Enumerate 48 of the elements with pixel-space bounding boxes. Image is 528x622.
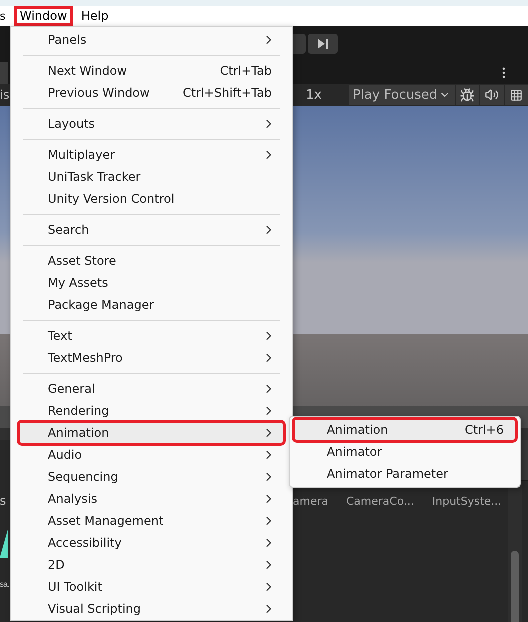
menu-item[interactable]: Previous Window Ctrl+Shift+Tab: [19, 82, 284, 104]
menu-item[interactable]: Animator Parameter: [294, 463, 516, 485]
menu-item[interactable]: Animation: [19, 422, 284, 444]
menu-item[interactable]: 2D: [19, 554, 284, 576]
asset-label: InputSyste...: [432, 495, 502, 508]
step-icon: [317, 39, 329, 49]
menu-item[interactable]: Multiplayer: [19, 144, 284, 166]
menu-item[interactable]: Panels: [19, 29, 284, 51]
menu-item[interactable]: Rendering: [19, 400, 284, 422]
play-mode-dropdown[interactable]: Play Focused: [348, 85, 455, 105]
audio-button[interactable]: [480, 85, 504, 105]
asset-label: s: [0, 494, 8, 508]
menu-item[interactable]: UniTask Tracker: [19, 166, 284, 188]
menu-item[interactable]: Next Window Ctrl+Tab: [19, 60, 284, 82]
speaker-icon: [484, 88, 499, 102]
menu-item[interactable]: Asset Management: [19, 510, 284, 532]
menu-item[interactable]: Sequencing: [19, 466, 284, 488]
menu-bar-item[interactable]: Window: [14, 6, 74, 26]
scrollbar[interactable]: [508, 481, 522, 622]
asset-label: amera: [293, 495, 328, 508]
tab-label: is: [0, 88, 10, 102]
menu-bar-item[interactable]: Help: [75, 6, 115, 26]
menu-item[interactable]: My Assets: [19, 272, 284, 294]
asset-label: sa.: [0, 580, 10, 589]
menu-item[interactable]: Audio: [19, 444, 284, 466]
menu-item[interactable]: Layouts: [19, 113, 284, 135]
grid-button[interactable]: [504, 85, 528, 105]
menu-item[interactable]: UI Toolkit: [19, 576, 284, 598]
menu-item[interactable]: Visual Scripting: [19, 598, 284, 620]
menu-item[interactable]: Package Manager: [19, 294, 284, 316]
menu-item[interactable]: General: [19, 378, 284, 400]
menu-item[interactable]: Analysis: [19, 488, 284, 510]
bug-icon: [460, 88, 475, 102]
scale-label: 1x: [306, 88, 323, 102]
menu-bar-item[interactable]: s: [0, 6, 8, 26]
bug-button[interactable]: [456, 85, 480, 105]
menu-item[interactable]: Animator: [294, 441, 516, 463]
menu-item[interactable]: Animation Ctrl+6: [294, 419, 516, 441]
menu-item[interactable]: Unity Version Control: [19, 188, 284, 210]
triangle-icon: [0, 530, 8, 558]
menu-item[interactable]: Asset Store: [19, 250, 284, 272]
menu-item[interactable]: TextMeshPro: [19, 347, 284, 369]
step-button[interactable]: [308, 34, 338, 54]
asset-label: CameraCo...: [346, 495, 414, 508]
menu-item[interactable]: Accessibility: [19, 532, 284, 554]
grid-icon: [510, 88, 523, 102]
menu-item[interactable]: Search: [19, 219, 284, 241]
menu-item[interactable]: Text: [19, 325, 284, 347]
